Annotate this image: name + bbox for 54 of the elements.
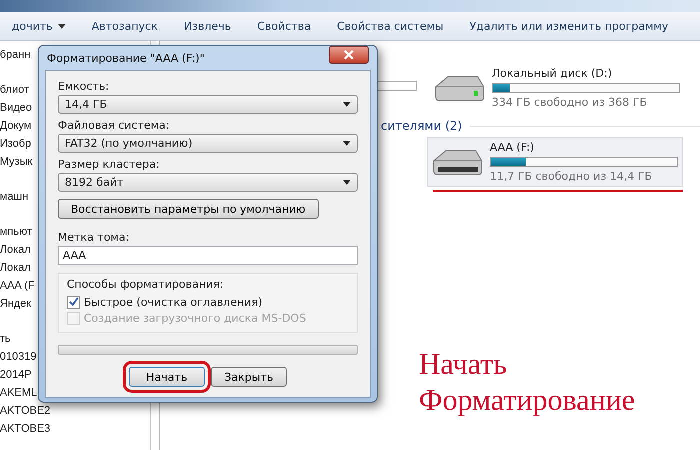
field-label: Файловая система: [58,119,171,132]
annotation-text: Форматирование [419,383,636,419]
toolbar-button[interactable]: Свойства системы [327,16,454,36]
sidebar-item[interactable]: ть [0,330,11,348]
close-button[interactable] [329,46,369,64]
sidebar-item[interactable]: AKTOBE2 [0,402,51,420]
annotation-text: Начать [419,347,508,383]
checkbox-label: Создание загрузочного диска MS-DOS [84,312,306,324]
sidebar-item[interactable]: 2014P [0,366,32,384]
sidebar-item[interactable]: 010319 [0,348,37,366]
dropdown[interactable]: FAT32 (по умолчанию) [58,134,358,153]
toolbar-button[interactable]: Удалить или изменить программу [460,16,678,36]
drive-tile[interactable]: AAA (F:) 11,7 ГБ свободно из 14,4 ГБ [427,137,683,187]
toolbar-button[interactable]: Извлечь [174,16,242,36]
dropdown-arrow-icon [343,102,351,107]
sidebar-item[interactable]: Локал [0,241,31,259]
volume-label-field[interactable]: AAA [58,246,358,265]
field-label: Емкость: [58,80,110,93]
dialog-title: Форматирование "AAA (F:)" [47,52,205,64]
checkbox[interactable] [67,296,80,308]
section-heading: сителями (2) [381,119,462,133]
toolbar-button[interactable]: Свойства [247,16,322,36]
drive-name: Локальный диск (D:) [492,67,614,80]
drive-name: AAA (F:) [490,141,536,154]
field-label: Размер кластера: [58,158,161,171]
sidebar-item[interactable]: Изобр [0,135,32,153]
caret-icon [58,24,66,28]
free-space-text: 334 ГБ свободно из 368 ГБ [492,96,648,109]
dropdown-arrow-icon [343,141,351,146]
toolbar-button[interactable]: дочить [2,16,76,36]
sidebar-item[interactable]: Докум [0,117,32,135]
free-space-text: 11,7 ГБ свободно из 14,4 ГБ [490,170,654,183]
group-label: Способы форматирования: [67,278,225,291]
checkbox-label: Быстрое (очистка оглавления) [84,296,262,308]
close-icon [344,50,354,60]
dropdown[interactable]: 14,4 ГБ [58,95,358,114]
sidebar-item[interactable]: Музык [0,153,33,171]
field-label: Метка тома: [58,231,130,244]
restore-defaults-button[interactable]: Восстановить параметры по умолчанию [58,199,319,219]
dropdown[interactable]: 8192 байт [58,173,358,192]
sidebar-item[interactable]: мпьют [0,223,32,241]
sidebar-item[interactable]: бранн [0,46,31,64]
dropdown-arrow-icon [343,180,351,185]
sidebar-item[interactable]: машн [0,188,29,206]
dialog-button[interactable]: Закрыть [211,367,287,387]
sidebar-item[interactable]: Яндек [0,295,32,313]
sidebar-item[interactable]: AKTOBE3 [0,420,51,438]
sidebar-item[interactable]: AKEML [0,384,38,402]
toolbar-button[interactable]: Автозапуск [82,16,168,36]
sidebar-item[interactable]: Видео [0,99,32,117]
sidebar-item[interactable]: Локал [0,259,31,277]
sidebar-item[interactable]: AAA (F [0,277,35,295]
drive-tile[interactable]: Локальный диск (D:) 334 ГБ свободно из 368 ГБ [429,63,685,113]
sidebar-item[interactable]: блиот [0,81,30,99]
